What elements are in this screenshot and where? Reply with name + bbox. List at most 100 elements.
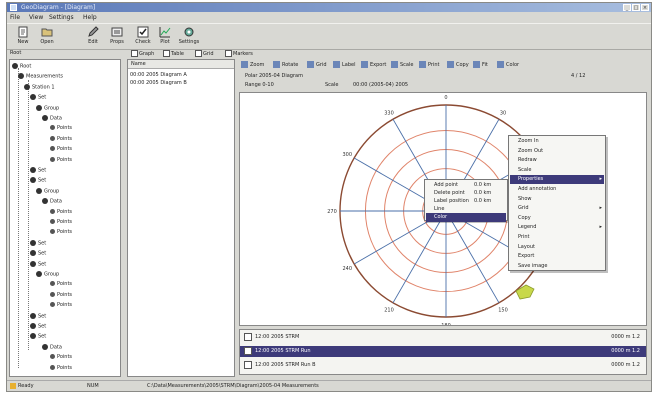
markers-checkbox[interactable]: Markers bbox=[225, 50, 253, 57]
tree-item[interactable]: Set bbox=[30, 177, 46, 184]
tree-item[interactable]: Points bbox=[50, 135, 72, 142]
context-menu-item[interactable]: Copy bbox=[510, 214, 604, 223]
diagram-count: 4 / 12 bbox=[571, 73, 586, 79]
result-list[interactable]: 12:00 2005 STRM 0000 m 1.2 12:00 2005 STRM… bbox=[239, 329, 647, 375]
edit-button[interactable]: Edit bbox=[81, 26, 105, 47]
file-list-panel[interactable]: Name 00:00 2005 Diagram A 00:00 2005 Dia… bbox=[127, 59, 235, 377]
print-tool[interactable]: Print bbox=[419, 61, 440, 68]
tree-item[interactable]: Root bbox=[12, 63, 31, 70]
rotate-tool[interactable]: Rotate bbox=[273, 61, 298, 68]
list-item[interactable]: 00:00 2005 Diagram B bbox=[130, 80, 187, 86]
tree-item[interactable]: Points bbox=[50, 125, 72, 131]
tree-item[interactable]: Set bbox=[30, 167, 46, 174]
title-bar[interactable]: GeoDiagram - [Diagram] _ □ × bbox=[7, 3, 651, 12]
tree-item[interactable]: Group bbox=[36, 271, 59, 278]
result-row[interactable]: 12:00 2005 STRM Run B 0000 m 1.2 bbox=[240, 360, 646, 371]
angle-label: 0 bbox=[444, 95, 447, 101]
context-menu-item[interactable]: Print bbox=[510, 233, 604, 242]
tree-node-icon bbox=[36, 104, 42, 111]
tree-item[interactable]: Set bbox=[30, 260, 46, 267]
copy-tool[interactable]: Copy bbox=[447, 61, 469, 68]
polar-plot-panel[interactable]: 0306090120150180210240270300330 Add poin… bbox=[239, 92, 647, 326]
tree-item[interactable]: Set bbox=[30, 94, 46, 101]
context-menu-item[interactable]: Layout bbox=[510, 243, 604, 252]
context-menu-item[interactable]: Zoom In bbox=[510, 137, 604, 146]
context-menu-large: Zoom In Zoom Out Redraw Scale Properties ▸ Add… bbox=[508, 135, 606, 271]
color-tool[interactable]: Color bbox=[497, 61, 519, 68]
tree-item[interactable]: Points bbox=[50, 146, 72, 152]
menu-view[interactable]: View bbox=[29, 14, 43, 21]
tree-item[interactable]: Data bbox=[42, 198, 62, 205]
tree-panel[interactable]: Root Measurements Station 1 Set Group Data Poi… bbox=[9, 59, 121, 377]
tree-item[interactable]: Group bbox=[36, 187, 59, 194]
context-menu-item[interactable]: Color bbox=[426, 213, 506, 222]
tree-item[interactable]: Points bbox=[50, 208, 72, 215]
label-tool[interactable]: Label bbox=[333, 61, 356, 68]
list-header[interactable]: Name bbox=[128, 60, 234, 69]
tree-item[interactable]: Points bbox=[50, 229, 72, 235]
grid-checkbox[interactable]: Grid bbox=[195, 50, 214, 57]
app-icon bbox=[10, 4, 17, 11]
context-menu-item[interactable]: Zoom Out bbox=[510, 147, 604, 156]
menu-help[interactable]: Help bbox=[83, 14, 97, 21]
table-checkbox[interactable]: Table bbox=[163, 50, 184, 57]
tree-item[interactable]: Station 1 bbox=[24, 83, 55, 90]
scale-tool[interactable]: Scale bbox=[391, 61, 413, 68]
tree-item[interactable]: Points bbox=[50, 302, 72, 308]
settings-button[interactable]: Settings bbox=[177, 26, 201, 47]
tree-item[interactable]: Points bbox=[50, 354, 72, 360]
menu-file[interactable]: File bbox=[10, 14, 20, 21]
tree-node-icon bbox=[30, 167, 36, 173]
row-checkbox[interactable] bbox=[244, 332, 252, 341]
tree-item[interactable]: Set bbox=[30, 323, 46, 330]
tree-item[interactable]: Data bbox=[42, 343, 62, 350]
context-menu-item[interactable]: Grid ▸ bbox=[510, 204, 604, 213]
result-row[interactable]: 12:00 2005 STRM 0000 m 1.2 bbox=[240, 332, 646, 343]
new-button[interactable]: New bbox=[11, 26, 35, 47]
edit-label: Edit bbox=[88, 39, 98, 45]
grid-tool[interactable]: Grid bbox=[307, 61, 327, 68]
context-menu-item[interactable]: Show bbox=[510, 195, 604, 204]
tree-item[interactable]: Set bbox=[30, 250, 46, 257]
close-button[interactable]: × bbox=[641, 4, 649, 11]
context-menu-item[interactable]: Export bbox=[510, 252, 604, 261]
open-button[interactable]: Open bbox=[35, 26, 59, 47]
minimize-button[interactable]: _ bbox=[623, 4, 631, 11]
props-icon bbox=[111, 27, 123, 37]
context-menu-item[interactable]: Save image bbox=[510, 262, 604, 271]
tree-item[interactable]: Points bbox=[50, 281, 72, 287]
status-ready: Ready bbox=[10, 382, 70, 390]
export-tool[interactable]: Export bbox=[361, 61, 386, 68]
plot-button[interactable]: Plot bbox=[153, 26, 177, 47]
tree-item[interactable]: Measurements bbox=[18, 73, 63, 80]
check-button[interactable]: Check bbox=[131, 26, 155, 47]
tree-item[interactable]: Points bbox=[50, 219, 72, 225]
tree-item[interactable]: Group bbox=[36, 104, 59, 111]
row-checkbox[interactable] bbox=[244, 360, 252, 369]
tree-item[interactable]: Points bbox=[50, 156, 72, 163]
tree-item[interactable]: Data bbox=[42, 115, 62, 122]
tree-item[interactable]: Points bbox=[50, 291, 72, 298]
tree-item[interactable]: Set bbox=[30, 239, 46, 246]
angle-label: 30 bbox=[500, 110, 506, 116]
menu-settings[interactable]: Settings bbox=[49, 14, 74, 21]
polar-spoke bbox=[392, 210, 447, 304]
fit-tool[interactable]: Fit bbox=[473, 61, 488, 68]
result-row[interactable]: 12:00 2005 STRM Run 0000 m 1.2 bbox=[240, 346, 646, 357]
context-menu-item[interactable]: Add annotation bbox=[510, 185, 604, 194]
tree-node-icon bbox=[12, 63, 18, 69]
context-menu-item[interactable]: Legend ▸ bbox=[510, 223, 604, 232]
tree-item[interactable]: Points bbox=[50, 364, 72, 371]
tree-node-icon bbox=[30, 260, 36, 267]
graph-checkbox[interactable]: Graph bbox=[131, 50, 154, 57]
list-item[interactable]: 00:00 2005 Diagram A bbox=[130, 72, 187, 78]
tree-item[interactable]: Set bbox=[30, 333, 46, 340]
context-menu-item[interactable]: Redraw bbox=[510, 156, 604, 165]
props-button[interactable]: Props bbox=[105, 26, 129, 47]
row-checkbox[interactable] bbox=[244, 346, 252, 355]
context-menu-item[interactable]: Properties ▸ bbox=[510, 175, 604, 185]
tree-item[interactable]: Set bbox=[30, 312, 46, 319]
context-menu-item[interactable]: Scale bbox=[510, 166, 604, 175]
zoom-tool[interactable]: Zoom bbox=[241, 61, 264, 68]
maximize-button[interactable]: □ bbox=[632, 4, 640, 11]
